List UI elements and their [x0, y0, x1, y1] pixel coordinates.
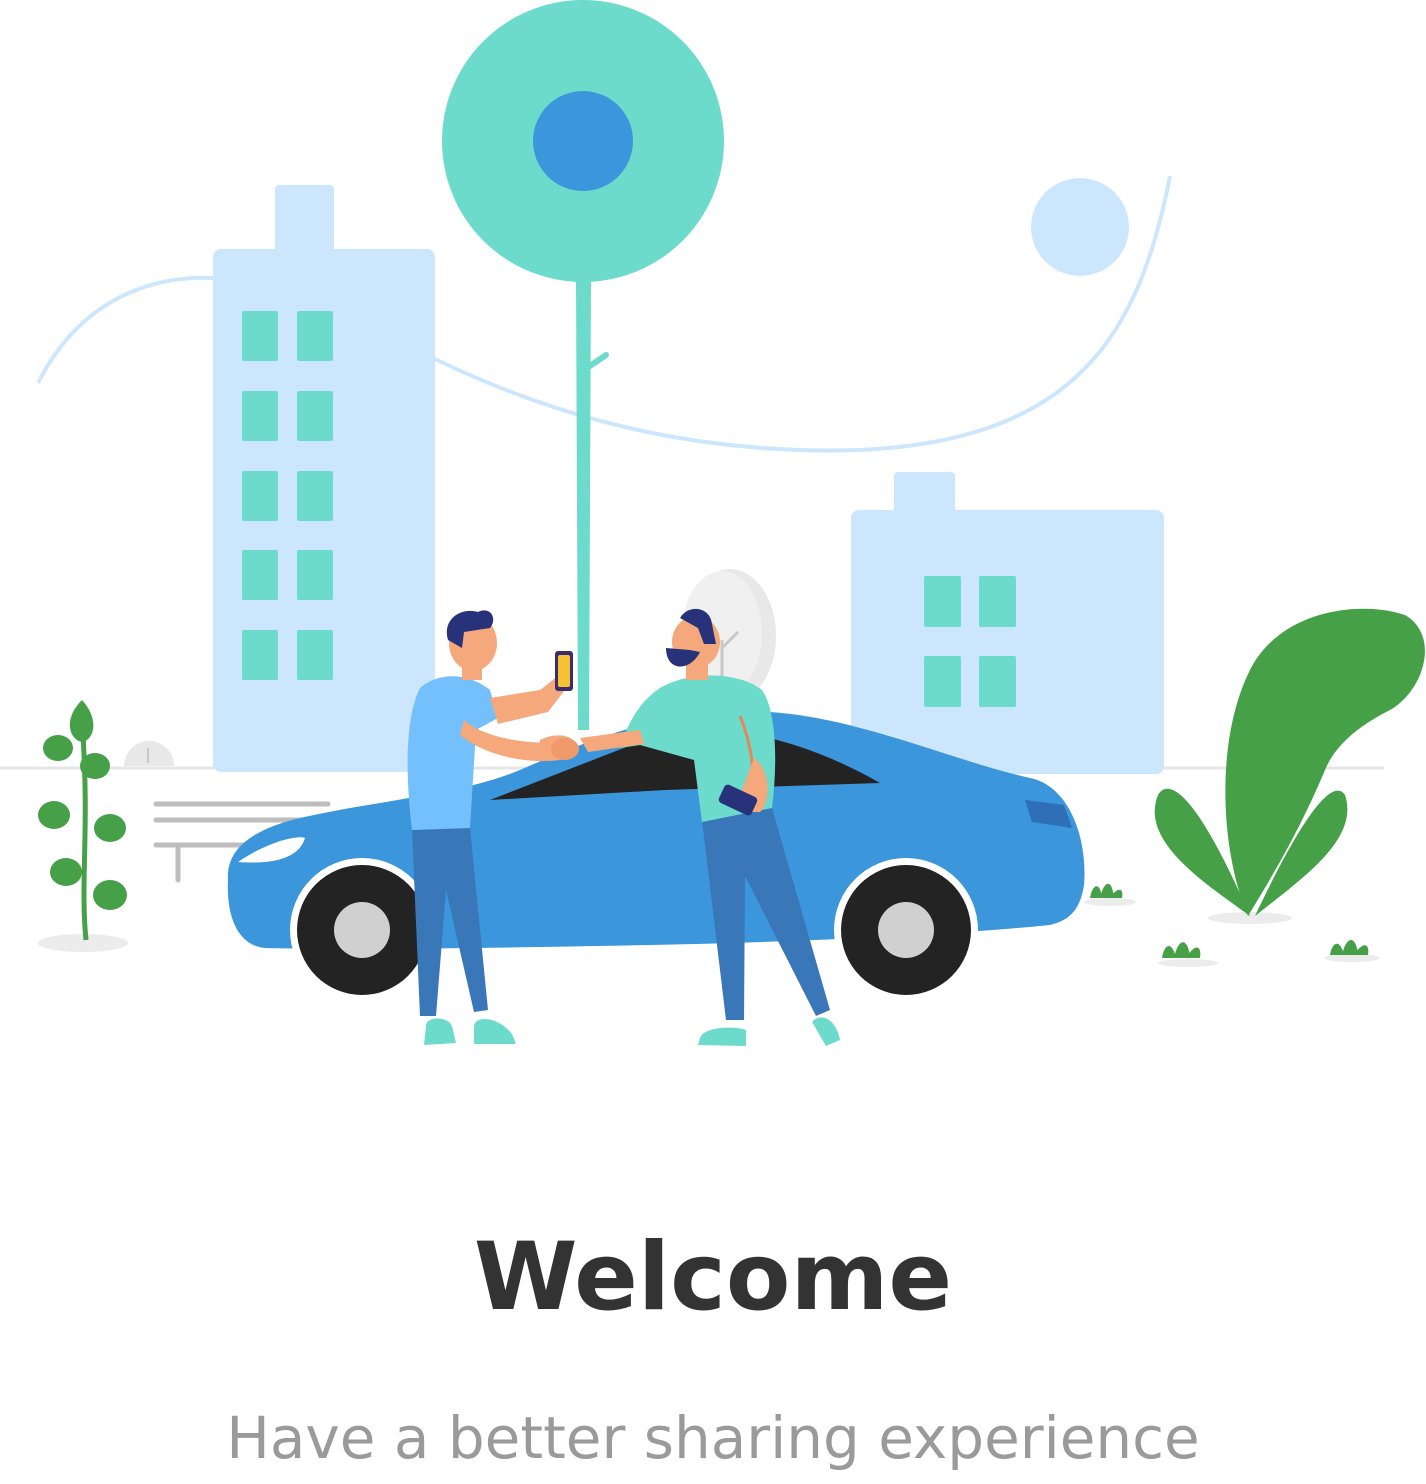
plant-icon — [38, 700, 128, 952]
onboarding-illustration — [0, 0, 1425, 1046]
city-building-icon — [213, 185, 435, 772]
welcome-subtitle: Have a better sharing experience — [226, 1404, 1200, 1472]
city-building-icon — [851, 472, 1164, 774]
moon-icon — [1031, 178, 1129, 276]
sky-curve-left — [36, 275, 216, 384]
dome-icon — [124, 741, 174, 766]
handshake-icon — [551, 738, 579, 760]
plant-icon — [1154, 608, 1425, 924]
welcome-title: Welcome — [473, 1223, 953, 1332]
